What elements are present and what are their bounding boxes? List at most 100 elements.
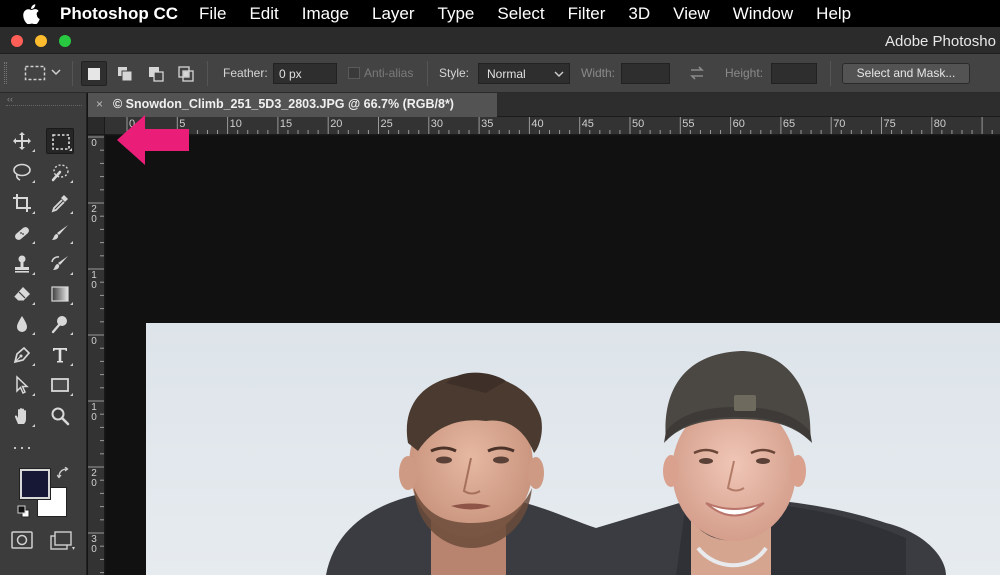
new-selection-icon bbox=[88, 68, 100, 80]
ruler-label: 55 bbox=[682, 118, 695, 130]
menu-help[interactable]: Help bbox=[816, 4, 851, 24]
menu-filter[interactable]: Filter bbox=[568, 4, 606, 24]
menu-select[interactable]: Select bbox=[497, 4, 544, 24]
ruler-label: 45 bbox=[581, 118, 594, 130]
dodge-tool[interactable] bbox=[46, 311, 74, 337]
type-tool[interactable] bbox=[46, 342, 74, 368]
width-input[interactable] bbox=[621, 63, 670, 84]
menu-view[interactable]: View bbox=[673, 4, 710, 24]
path-selection-tool[interactable] bbox=[8, 372, 36, 398]
gradient-tool[interactable] bbox=[46, 281, 74, 307]
crop-tool[interactable] bbox=[8, 190, 36, 216]
vertical-ruler[interactable]: 0 20 10 0 10 20 30 bbox=[88, 135, 105, 575]
rectangle-tool[interactable] bbox=[46, 372, 74, 398]
default-colors-icon[interactable] bbox=[17, 505, 30, 518]
document-image[interactable] bbox=[146, 323, 1000, 575]
add-to-selection-icon bbox=[118, 67, 133, 82]
feather-input[interactable] bbox=[273, 63, 337, 84]
swap-width-height-icon[interactable] bbox=[688, 65, 706, 81]
menu-type[interactable]: Type bbox=[438, 4, 475, 24]
style-select[interactable]: Normal bbox=[478, 63, 570, 84]
screen-mode-icon[interactable] bbox=[50, 531, 76, 551]
spot-healing-brush-tool[interactable] bbox=[8, 220, 36, 246]
menu-layer[interactable]: Layer bbox=[372, 4, 415, 24]
horizontal-ruler[interactable]: 0 5 10 15 20 25 30 35 40 45 50 55 60 65 70 75 80 bbox=[105, 117, 1000, 135]
window-title: Adobe Photosho bbox=[885, 33, 996, 50]
clone-stamp-tool[interactable] bbox=[8, 251, 36, 277]
edit-toolbar-button[interactable]: ··· bbox=[12, 437, 33, 458]
menu-image[interactable]: Image bbox=[302, 4, 349, 24]
menu-window[interactable]: Window bbox=[733, 4, 793, 24]
options-divider bbox=[427, 61, 428, 86]
lasso-icon bbox=[13, 163, 31, 181]
ruler-label: 40 bbox=[531, 118, 544, 130]
tool-options-bar: Feather: Anti-alias Style: Normal Width:… bbox=[0, 54, 1000, 93]
eraser-icon bbox=[13, 287, 30, 302]
subtract-from-selection-button[interactable] bbox=[143, 61, 169, 86]
ruler-label: 35 bbox=[481, 118, 494, 130]
ruler-label: 65 bbox=[782, 118, 796, 130]
rectangle-shape-icon bbox=[51, 378, 69, 392]
magnifier-icon bbox=[51, 407, 70, 426]
history-brush-tool[interactable] bbox=[46, 251, 74, 277]
pen-tool[interactable] bbox=[8, 342, 36, 368]
blur-tool[interactable] bbox=[8, 311, 36, 337]
rectangular-marquee-icon bbox=[52, 134, 70, 150]
stamp-icon bbox=[15, 255, 29, 273]
options-bar-grip[interactable] bbox=[4, 62, 7, 84]
menu-file[interactable]: File bbox=[199, 4, 226, 24]
ruler-label: 20 bbox=[91, 468, 97, 489]
ruler-label: 30 bbox=[91, 534, 97, 555]
subtract-from-selection-icon bbox=[149, 67, 164, 82]
rectangular-marquee-tool[interactable] bbox=[46, 128, 74, 154]
chevron-down-icon[interactable] bbox=[50, 66, 62, 78]
arrow-cursor-icon bbox=[16, 375, 29, 395]
dodge-icon bbox=[51, 316, 67, 334]
close-window-button[interactable] bbox=[11, 35, 23, 47]
move-tool-icon bbox=[13, 132, 31, 150]
brush-tool[interactable] bbox=[46, 220, 74, 246]
menu-app-name[interactable]: Photoshop CC bbox=[60, 4, 178, 24]
quick-mask-icon[interactable] bbox=[11, 531, 33, 549]
zoom-tool[interactable] bbox=[46, 403, 74, 429]
eraser-tool[interactable] bbox=[8, 281, 36, 307]
swap-colors-icon[interactable] bbox=[57, 467, 69, 479]
history-brush-icon bbox=[51, 256, 68, 270]
height-input[interactable] bbox=[771, 63, 817, 84]
options-divider bbox=[207, 61, 208, 86]
lasso-tool[interactable] bbox=[8, 159, 36, 185]
style-select-value: Normal bbox=[487, 67, 526, 81]
quick-selection-tool[interactable] bbox=[46, 159, 74, 185]
rectangular-marquee-preset-icon[interactable] bbox=[24, 65, 46, 81]
new-selection-button[interactable] bbox=[81, 61, 107, 86]
menu-edit[interactable]: Edit bbox=[249, 4, 278, 24]
ruler-origin[interactable] bbox=[88, 117, 105, 135]
menu-3d[interactable]: 3D bbox=[628, 4, 650, 24]
ruler-label: 25 bbox=[380, 118, 393, 130]
ruler-label: 75 bbox=[883, 118, 896, 130]
zoom-window-button[interactable] bbox=[59, 35, 71, 47]
select-and-mask-button[interactable]: Select and Mask... bbox=[842, 63, 970, 84]
close-document-icon[interactable]: × bbox=[96, 97, 103, 111]
vertical-ruler-ticks bbox=[88, 136, 104, 574]
crop-icon bbox=[13, 194, 31, 212]
minimize-window-button[interactable] bbox=[35, 35, 47, 47]
apple-logo-icon[interactable] bbox=[22, 3, 40, 24]
droplet-icon bbox=[17, 316, 27, 332]
ruler-label: 0 bbox=[91, 138, 97, 149]
ruler-label: 50 bbox=[632, 118, 645, 130]
collapse-panel-icon[interactable]: ‹‹ bbox=[7, 94, 13, 104]
intersect-selection-button[interactable] bbox=[173, 61, 199, 86]
hand-tool[interactable] bbox=[8, 403, 36, 429]
pen-icon bbox=[13, 346, 31, 364]
tools-panel-grip[interactable] bbox=[6, 105, 82, 106]
quick-selection-icon bbox=[51, 164, 69, 182]
foreground-color-swatch[interactable] bbox=[19, 468, 51, 500]
anti-alias-checkbox[interactable] bbox=[348, 67, 360, 79]
options-divider bbox=[830, 61, 831, 86]
eyedropper-tool[interactable] bbox=[46, 190, 74, 216]
move-tool[interactable] bbox=[8, 128, 36, 154]
window-title-bar: Adobe Photosho bbox=[0, 27, 1000, 54]
add-to-selection-button[interactable] bbox=[112, 61, 138, 86]
bandage-icon bbox=[15, 227, 29, 240]
